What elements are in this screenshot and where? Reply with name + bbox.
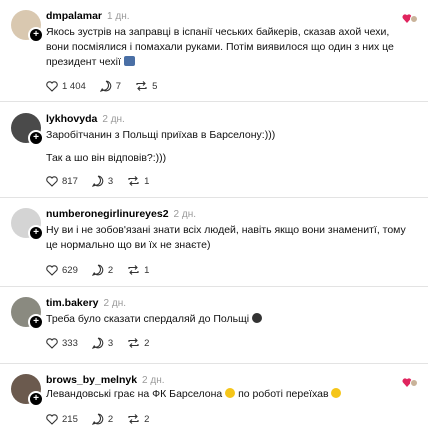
emoji-icon: [252, 313, 262, 323]
divider: [0, 197, 428, 198]
repost-count: 1: [144, 264, 150, 276]
repost-icon: [128, 265, 139, 275]
follow-plus-icon[interactable]: +: [28, 130, 44, 146]
like-button[interactable]: 817: [46, 176, 78, 187]
heart-outline-icon: [46, 337, 58, 349]
like-count: 333: [62, 337, 78, 349]
reply-button[interactable]: 2: [91, 413, 114, 425]
follow-plus-icon[interactable]: +: [28, 391, 44, 407]
reply-count: 3: [107, 337, 114, 349]
divider: [0, 286, 428, 287]
repost-count: 1: [144, 175, 150, 187]
post-text: Ну ви і не зобов'язані знати всіх людей,…: [46, 224, 406, 251]
heart-outline-icon: [46, 413, 58, 425]
like-button[interactable]: 215: [46, 414, 78, 425]
heart-outline-icon: [46, 264, 58, 276]
repost-button[interactable]: 2: [127, 337, 149, 349]
avatar[interactable]: +: [11, 10, 44, 43]
repost-button[interactable]: 2: [127, 413, 149, 425]
reply-button[interactable]: 3: [91, 337, 114, 349]
sunglasses-emoji-icon: [225, 388, 236, 398]
heart-avatar-badge-icon: [402, 14, 418, 23]
reply-count: 2: [107, 413, 114, 425]
post-time: 2 дн.: [173, 209, 197, 220]
follow-plus-icon[interactable]: +: [28, 225, 44, 241]
comment-bubble-icon: [91, 264, 104, 276]
repost-count: 5: [152, 80, 158, 92]
comment-bubble-icon: [91, 413, 104, 425]
repost-button[interactable]: 1: [127, 264, 149, 276]
smile-emoji-icon: [331, 388, 342, 398]
post-text: Заробітчанин з Польщі приїхав в Барселон…: [46, 129, 276, 141]
reply-button[interactable]: 3: [91, 175, 114, 187]
divider: [0, 101, 428, 102]
avatar[interactable]: +: [11, 113, 44, 146]
post-text: Якось зустрів на заправці в іспанії чесь…: [46, 26, 394, 68]
reply-count: 2: [107, 264, 114, 276]
post-text: Так а шо він відповів?:))): [46, 152, 167, 164]
repost-icon: [136, 81, 147, 91]
repost-button[interactable]: 5: [135, 80, 157, 92]
post-time: 2 дн.: [102, 114, 125, 125]
reply-count: 3: [107, 175, 114, 187]
username[interactable]: brows_by_melnyk: [46, 374, 137, 386]
repost-button[interactable]: 1: [127, 175, 149, 187]
like-count: 1 404: [62, 80, 86, 92]
like-button[interactable]: 333: [46, 338, 78, 349]
follow-plus-icon[interactable]: +: [28, 314, 44, 330]
like-count: 629: [62, 264, 78, 276]
avatar[interactable]: +: [11, 374, 44, 407]
comment-bubble-icon: [91, 175, 104, 187]
post-time: 1 дн.: [107, 11, 130, 22]
avatar[interactable]: +: [11, 297, 44, 330]
repost-icon: [128, 414, 139, 424]
avatar[interactable]: +: [11, 208, 44, 241]
post-time: 2 дн.: [103, 298, 127, 309]
comment-bubble-icon: [91, 337, 104, 349]
post-time: 2 дн.: [142, 375, 165, 386]
repost-count: 2: [144, 337, 150, 349]
repost-icon: [128, 176, 139, 186]
post-text: Левандовські грає на ФК Барселона: [46, 388, 223, 400]
comment-bubble-icon: [99, 80, 112, 92]
username[interactable]: dmpalamar: [46, 10, 102, 22]
username[interactable]: numberonegirlinureyes2: [46, 208, 169, 220]
post-text: по роботі переїхав: [238, 388, 329, 400]
repost-icon: [128, 338, 139, 348]
follow-plus-icon[interactable]: +: [28, 27, 44, 43]
post-text: Треба було сказати спердаляй до Польщі: [46, 313, 250, 325]
like-count: 215: [62, 413, 78, 425]
like-button[interactable]: 1 404: [46, 81, 86, 92]
reply-count: 7: [115, 80, 122, 92]
reply-button[interactable]: 2: [91, 264, 114, 276]
like-count: 817: [62, 175, 78, 187]
heart-outline-icon: [46, 80, 58, 92]
repost-count: 2: [144, 413, 150, 425]
heart-outline-icon: [46, 175, 58, 187]
reply-button[interactable]: 7: [99, 80, 122, 92]
username[interactable]: tim.bakery: [46, 297, 99, 309]
username[interactable]: lykhovyda: [46, 113, 97, 125]
like-button[interactable]: 629: [46, 265, 78, 276]
divider: [0, 363, 428, 364]
robot-emoji-icon: [123, 56, 135, 66]
